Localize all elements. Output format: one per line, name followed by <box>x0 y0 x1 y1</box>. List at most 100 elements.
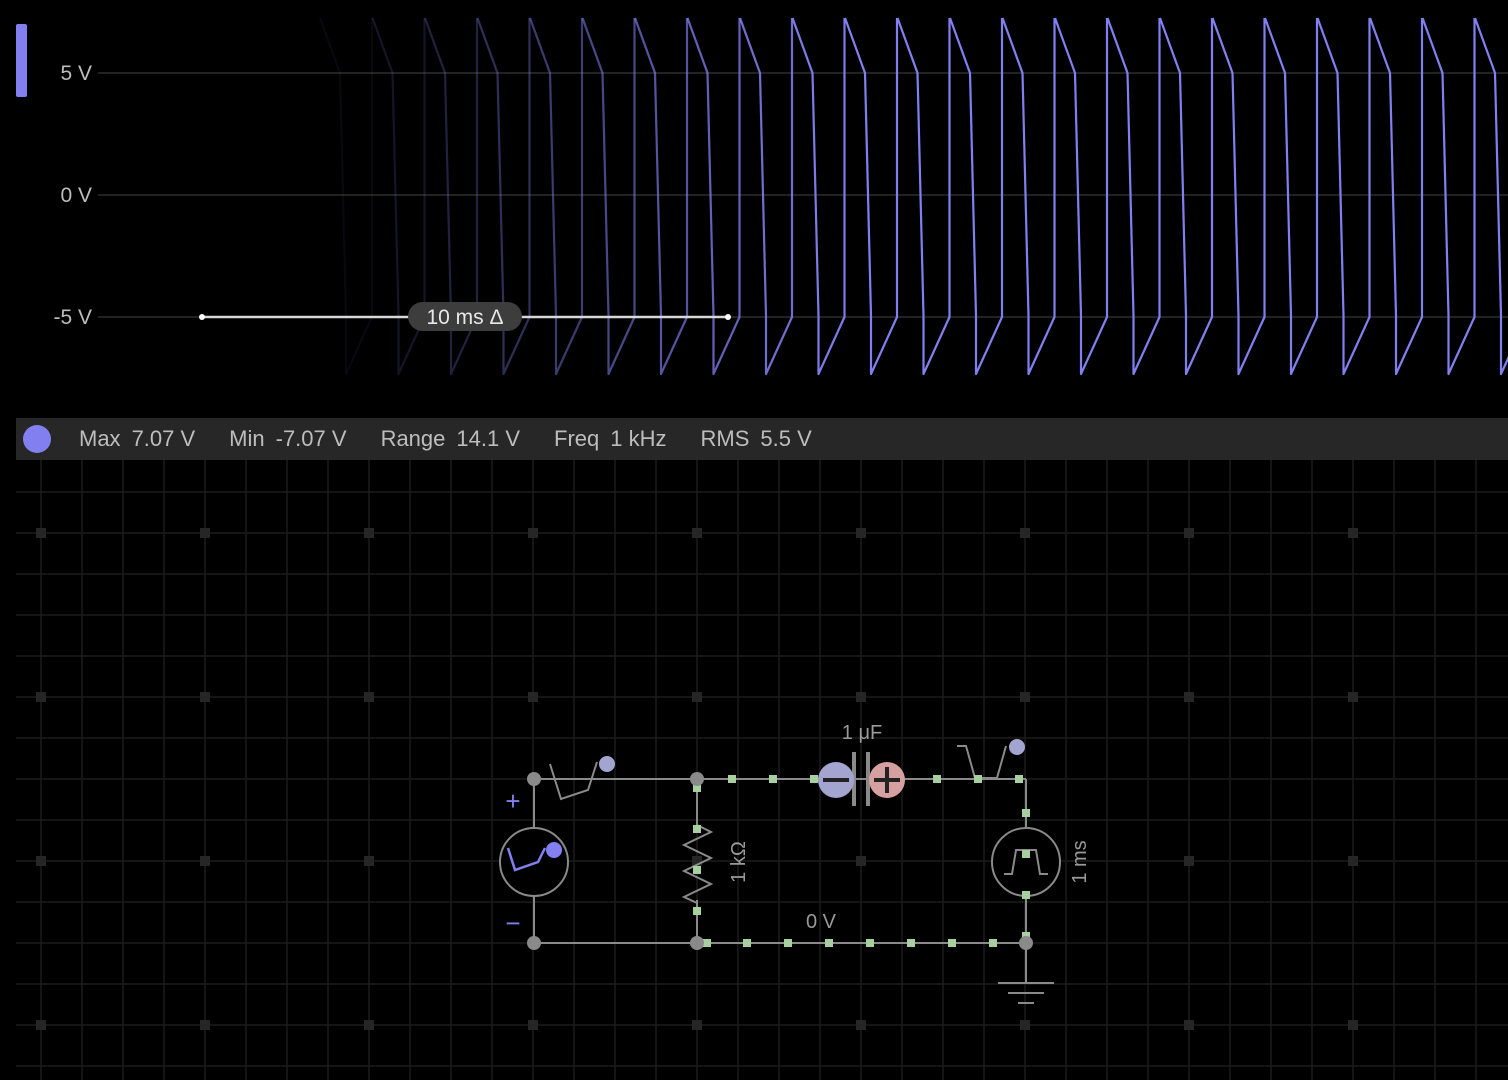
waveform-cycle <box>1473 17 1508 376</box>
grid-anchor <box>200 1020 210 1030</box>
resistor-label: 1 kΩ <box>728 841 750 883</box>
stat-range-label: Range <box>380 426 446 451</box>
pulse-width-label: 1 ms <box>1069 840 1091 883</box>
probe-dot[interactable] <box>1009 739 1025 755</box>
waveform-cycle <box>1053 17 1109 376</box>
stat-rms-label: RMS <box>700 426 750 451</box>
current-marker <box>1022 850 1030 858</box>
channel-indicator[interactable] <box>16 24 27 97</box>
current-marker <box>907 939 915 947</box>
channel-color-dot[interactable] <box>23 425 51 453</box>
current-marker <box>728 775 736 783</box>
grid-anchor <box>364 528 374 538</box>
grid-anchor <box>1348 692 1358 702</box>
grid-anchor <box>856 1020 866 1030</box>
current-marker <box>693 907 701 915</box>
grid-anchor <box>36 856 46 866</box>
waveform-cycle <box>581 17 636 376</box>
plus-terminal-label: + <box>505 786 520 816</box>
pulse-voltage-source[interactable]: 1 ms <box>991 827 1091 897</box>
grid-anchor <box>1348 1020 1358 1030</box>
time-delta-marker[interactable]: 10 ms Δ <box>199 302 731 331</box>
stat-min-value: -7.07 V <box>275 426 347 451</box>
stat-freq: Freq 1 kHz <box>554 426 667 452</box>
grid-anchor <box>692 528 702 538</box>
plus-glyph-v <box>885 767 889 793</box>
time-delta-end-handle[interactable] <box>725 314 731 320</box>
stat-max-value: 7.07 V <box>131 426 196 451</box>
current-marker <box>743 939 751 947</box>
grid-anchor <box>1020 528 1030 538</box>
grid-anchor <box>528 1020 538 1030</box>
source-probe-dot[interactable] <box>546 842 562 858</box>
current-marker <box>703 939 711 947</box>
current-marker <box>948 939 956 947</box>
waveform-cycle <box>1263 17 1319 376</box>
waveform-cycle <box>318 17 374 376</box>
current-marker <box>1022 891 1030 899</box>
grid-anchor <box>364 856 374 866</box>
grid-anchor <box>856 692 866 702</box>
grid-anchor <box>1184 1020 1194 1030</box>
waveform-cycle <box>738 17 794 376</box>
grid-anchor <box>1184 528 1194 538</box>
wire-probe-right[interactable] <box>957 739 1025 779</box>
junction-node[interactable] <box>527 772 541 786</box>
time-delta-start-handle[interactable] <box>199 314 205 320</box>
grid-anchor <box>200 692 210 702</box>
y-tick-label: -5 V <box>53 306 92 329</box>
pulse-source-body <box>991 827 1061 897</box>
waveform-cycle <box>1368 17 1424 376</box>
current-marker <box>989 939 997 947</box>
probe-dot[interactable] <box>599 756 615 772</box>
stat-freq-value: 1 kHz <box>610 426 667 451</box>
minus-terminal-label: − <box>505 908 520 938</box>
current-marker <box>810 775 818 783</box>
grid-anchor <box>1020 692 1030 702</box>
grid-anchor <box>1020 1020 1030 1030</box>
grid-anchor <box>528 692 538 702</box>
waveform-cycle <box>791 17 846 376</box>
oscilloscope-plot: 5 V 0 V -5 V 10 ms Δ <box>53 17 1508 376</box>
current-marker <box>933 775 941 783</box>
grid-anchor <box>364 692 374 702</box>
grid-anchor <box>692 692 702 702</box>
circuit-canvas[interactable]: + − 1 kΩ 1 μF 1 ms 0 V <box>16 460 1508 1080</box>
current-marker <box>1015 775 1023 783</box>
stat-rms: RMS 5.5 V <box>701 426 812 452</box>
stat-rms-value: 5.5 V <box>760 426 812 451</box>
grid-anchor <box>856 528 866 538</box>
waveform-cycle <box>633 17 689 376</box>
stat-range-value: 14.1 V <box>456 426 521 451</box>
capacitor-label: 1 μF <box>842 722 882 744</box>
waveform-cycle <box>528 17 584 376</box>
junction-node[interactable] <box>1019 936 1033 950</box>
ground-symbol[interactable] <box>998 982 1054 1004</box>
grid-anchor <box>1348 528 1358 538</box>
grid-anchor <box>856 856 866 866</box>
junction-node[interactable] <box>690 936 704 950</box>
ac-source-body <box>499 827 569 897</box>
current-marker <box>825 939 833 947</box>
wire-probe-left[interactable] <box>549 756 615 801</box>
measurement-bar: Max 7.07 V Min -7.07 V Range 14.1 V Freq… <box>16 418 1508 460</box>
stat-min-label: Min <box>229 426 265 451</box>
grid-anchor <box>36 1020 46 1030</box>
grid-anchor <box>1184 692 1194 702</box>
wires <box>533 778 1027 982</box>
waveform-cycle <box>1106 17 1161 376</box>
junction-node[interactable] <box>690 772 704 786</box>
waveform-cycle <box>1316 17 1371 376</box>
waveform-cycle <box>1158 17 1214 376</box>
current-marker <box>769 775 777 783</box>
stat-min: Min -7.07 V <box>229 426 346 452</box>
current-marker <box>784 939 792 947</box>
grid-anchor <box>36 528 46 538</box>
oscilloscope-panel[interactable]: 5 V 0 V -5 V 10 ms Δ <box>0 0 1508 400</box>
grid-anchor <box>200 528 210 538</box>
waveform-cycle <box>948 17 1004 376</box>
junction-node[interactable] <box>527 936 541 950</box>
current-marker <box>1022 809 1030 817</box>
minus-glyph <box>823 778 849 782</box>
stat-freq-label: Freq <box>554 426 600 451</box>
